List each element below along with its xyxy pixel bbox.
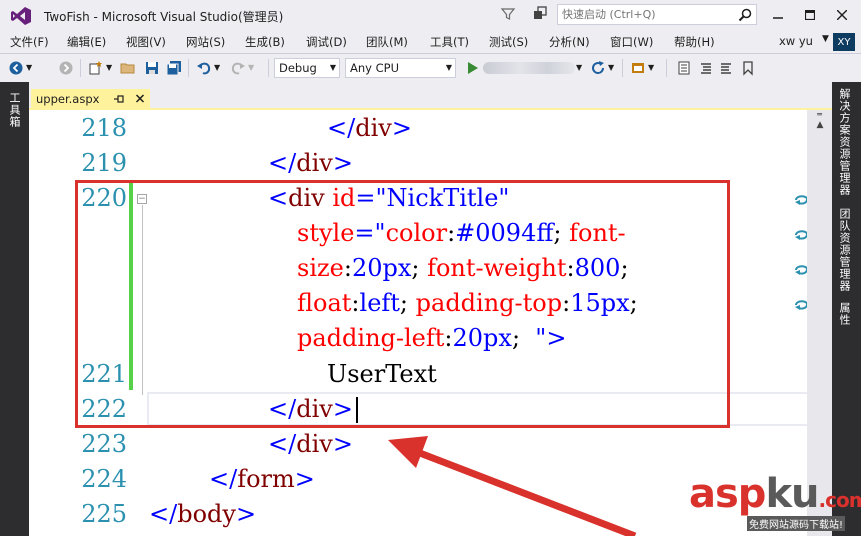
annotation-arrow bbox=[388, 436, 637, 536]
configuration-value: Debug bbox=[279, 61, 317, 75]
chevron-down-icon: ▼ bbox=[445, 63, 452, 72]
filter-icon[interactable] bbox=[500, 6, 516, 22]
tab-upper-aspx[interactable]: upper.aspx bbox=[31, 89, 150, 110]
menu-debug[interactable]: 调试(D) bbox=[306, 34, 347, 50]
properties-tab[interactable]: 属性 bbox=[838, 302, 852, 326]
comment-icon[interactable] bbox=[698, 60, 714, 76]
quick-launch-input[interactable] bbox=[562, 7, 732, 22]
line-number: 219 bbox=[81, 149, 127, 177]
toolbar: ▼ ▼ ▼ ▼ Debug ▼ Any CPU ▼ ▼ ▼ ▼ bbox=[0, 53, 861, 81]
search-icon[interactable] bbox=[738, 8, 752, 22]
menu-build[interactable]: 生成(B) bbox=[245, 34, 285, 50]
refresh-icon[interactable] bbox=[590, 60, 606, 76]
word-wrap-icon bbox=[795, 265, 807, 275]
maximize-icon bbox=[805, 10, 815, 20]
chevron-down-icon[interactable]: ▼ bbox=[648, 63, 664, 79]
save-icon[interactable] bbox=[144, 60, 160, 76]
code-line-218: </div> bbox=[327, 114, 412, 142]
chevron-down-icon[interactable]: ▼ bbox=[822, 34, 829, 44]
code-line-219: </div> bbox=[268, 149, 353, 177]
menu-window[interactable]: 窗口(W) bbox=[610, 34, 653, 50]
annotation-highlight-box bbox=[75, 180, 730, 428]
start-debugging-icon[interactable] bbox=[464, 60, 480, 76]
toolbar-separator bbox=[622, 59, 623, 77]
solution-explorer-tab[interactable]: 解决方案资源管理器 bbox=[838, 88, 852, 196]
menu-file[interactable]: 文件(F) bbox=[10, 34, 49, 50]
chevron-down-icon[interactable]: ▼ bbox=[248, 63, 264, 79]
line-number: 225 bbox=[81, 500, 127, 528]
window-title: TwoFish - Microsoft Visual Studio(管理员) bbox=[44, 10, 284, 24]
chevron-down-icon[interactable]: ▼ bbox=[214, 63, 230, 79]
new-project-icon[interactable] bbox=[88, 60, 104, 76]
chevron-down-icon[interactable]: ▼ bbox=[26, 63, 42, 79]
word-wrap-icon bbox=[795, 230, 807, 240]
close-icon[interactable] bbox=[133, 91, 147, 106]
redo-icon[interactable] bbox=[230, 60, 246, 76]
minimize-icon bbox=[773, 17, 783, 19]
account-name[interactable]: xw yu bbox=[779, 34, 813, 48]
maximize-button[interactable] bbox=[799, 4, 821, 26]
word-wrap-icon bbox=[795, 300, 807, 310]
menu-help[interactable]: 帮助(H) bbox=[674, 34, 715, 50]
menu-view[interactable]: 视图(V) bbox=[126, 34, 166, 50]
toolbar-separator bbox=[268, 59, 269, 77]
word-wrap-icon bbox=[795, 195, 807, 205]
solution-platform-select[interactable]: Any CPU ▼ bbox=[345, 58, 456, 78]
code-line-223: </div> bbox=[268, 430, 353, 458]
line-number: 218 bbox=[81, 114, 127, 142]
line-number: 224 bbox=[81, 465, 127, 493]
toolbar-separator bbox=[80, 59, 81, 77]
quick-launch-box[interactable] bbox=[557, 4, 757, 25]
solution-configuration-select[interactable]: Debug ▼ bbox=[274, 58, 340, 78]
undo-icon[interactable] bbox=[196, 60, 212, 76]
menu-test[interactable]: 测试(S) bbox=[489, 34, 528, 50]
navigate-forward-icon[interactable] bbox=[58, 60, 74, 76]
save-all-icon[interactable] bbox=[166, 60, 182, 76]
browser-link-icon[interactable] bbox=[630, 60, 646, 76]
menu-website[interactable]: 网站(S) bbox=[186, 34, 225, 50]
line-number: 223 bbox=[81, 430, 127, 458]
menu-bar: 文件(F) 编辑(E) 视图(V) 网站(S) 生成(B) 调试(D) 团队(M… bbox=[0, 32, 861, 52]
menu-edit[interactable]: 编辑(E) bbox=[67, 34, 106, 50]
code-line-225: </body> bbox=[149, 500, 257, 528]
title-bar: TwoFish - Microsoft Visual Studio(管理员) bbox=[0, 0, 861, 32]
notification-icon[interactable] bbox=[532, 5, 548, 21]
left-side-panel-strip bbox=[0, 82, 29, 536]
toolbar-separator bbox=[666, 59, 667, 77]
watermark-tagline: 免费网站源码下载站! bbox=[747, 516, 846, 531]
menu-team[interactable]: 团队(M) bbox=[366, 34, 408, 50]
toolbox-tab[interactable]: 工具箱 bbox=[8, 92, 22, 128]
scroll-up-icon[interactable]: ▲ bbox=[812, 120, 828, 136]
platform-value: Any CPU bbox=[350, 61, 399, 75]
minimize-button[interactable] bbox=[767, 4, 789, 26]
tab-label: upper.aspx bbox=[36, 92, 100, 106]
close-window-button[interactable] bbox=[831, 4, 853, 26]
menu-analyze[interactable]: 分析(N) bbox=[549, 34, 590, 50]
menu-tools[interactable]: 工具(T) bbox=[430, 34, 469, 50]
splitter-handle[interactable]: ═ bbox=[811, 110, 828, 119]
open-file-icon[interactable] bbox=[120, 60, 136, 76]
toolbar-separator bbox=[188, 59, 189, 77]
team-explorer-tab[interactable]: 团队资源管理器 bbox=[838, 208, 852, 292]
watermark-logo: aspku.com bbox=[689, 471, 861, 517]
navigate-back-icon[interactable] bbox=[8, 60, 24, 76]
watermark: aspku.com 免费网站源码下载站! bbox=[689, 472, 861, 536]
chevron-down-icon: ▼ bbox=[329, 63, 336, 72]
avatar[interactable]: XY bbox=[833, 33, 855, 51]
bookmark-icon[interactable] bbox=[740, 60, 756, 76]
close-icon bbox=[837, 10, 847, 20]
pin-icon[interactable] bbox=[113, 93, 125, 105]
code-line-224: </form> bbox=[209, 465, 315, 493]
document-outline-icon[interactable] bbox=[676, 60, 692, 76]
visual-studio-logo-icon bbox=[11, 7, 31, 25]
debug-target-blurred[interactable] bbox=[483, 62, 575, 74]
uncomment-icon[interactable] bbox=[718, 60, 734, 76]
